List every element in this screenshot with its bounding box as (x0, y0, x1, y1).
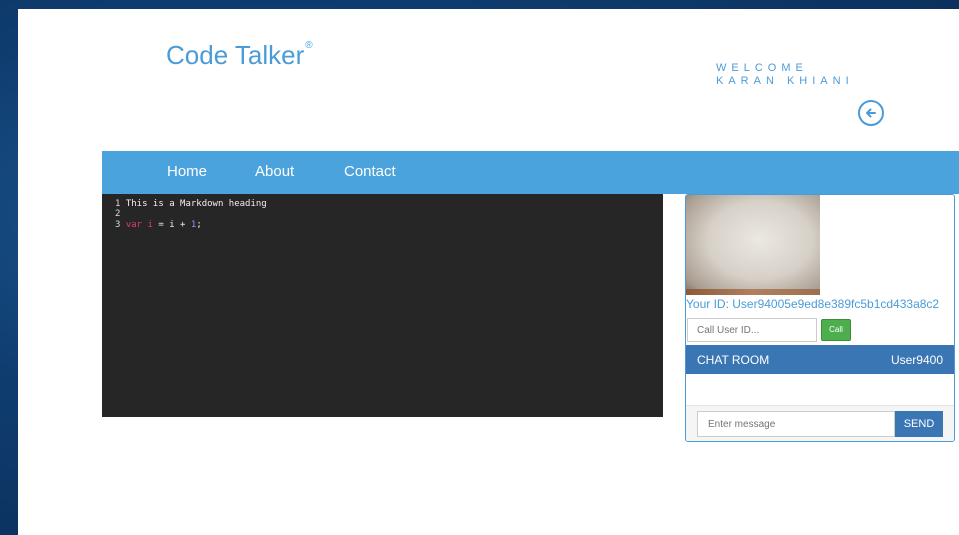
chat-footer: SEND (686, 406, 954, 441)
call-button[interactable]: Call (821, 319, 851, 341)
chat-messages (686, 374, 954, 406)
send-button[interactable]: SEND (895, 411, 943, 437)
navbar: Home About Contact (102, 151, 959, 194)
chat-room-title: CHAT ROOM (697, 353, 770, 367)
nav-contact[interactable]: Contact (344, 163, 396, 180)
logout-button[interactable] (858, 100, 884, 126)
code-line-2: 2 (115, 209, 121, 219)
message-input[interactable] (697, 411, 895, 437)
code-editor[interactable]: 1 This is a Markdown heading 2 3 var i =… (102, 194, 663, 417)
registered-mark: ® (305, 40, 313, 52)
page-frame: Code Talker® WELCOME KARAN KHIANI Home A… (18, 9, 959, 535)
logo-text: Code Talker (166, 40, 305, 70)
code-line-1: 1 This is a Markdown heading (115, 199, 267, 209)
call-user-id-input[interactable] (687, 318, 817, 342)
side-panel: Your ID: User94005e9ed8e389fc5b1cd433a8c… (685, 194, 955, 442)
code-line-3: 3 var i = i + 1; (115, 220, 202, 230)
nav-home[interactable]: Home (167, 163, 207, 180)
video-feed (686, 195, 820, 295)
welcome-label: WELCOME (716, 62, 808, 74)
nav-about[interactable]: About (255, 163, 294, 180)
your-id-label: Your ID: User94005e9ed8e389fc5b1cd433a8c… (686, 297, 940, 311)
welcome-message: WELCOME KARAN KHIANI (716, 62, 854, 88)
user-name: KARAN KHIANI (716, 75, 854, 87)
logo[interactable]: Code Talker® (166, 40, 313, 71)
chat-header: CHAT ROOM User9400 (686, 345, 954, 374)
arrow-left-circle-icon (866, 108, 876, 118)
chat-username: User9400 (890, 353, 943, 367)
